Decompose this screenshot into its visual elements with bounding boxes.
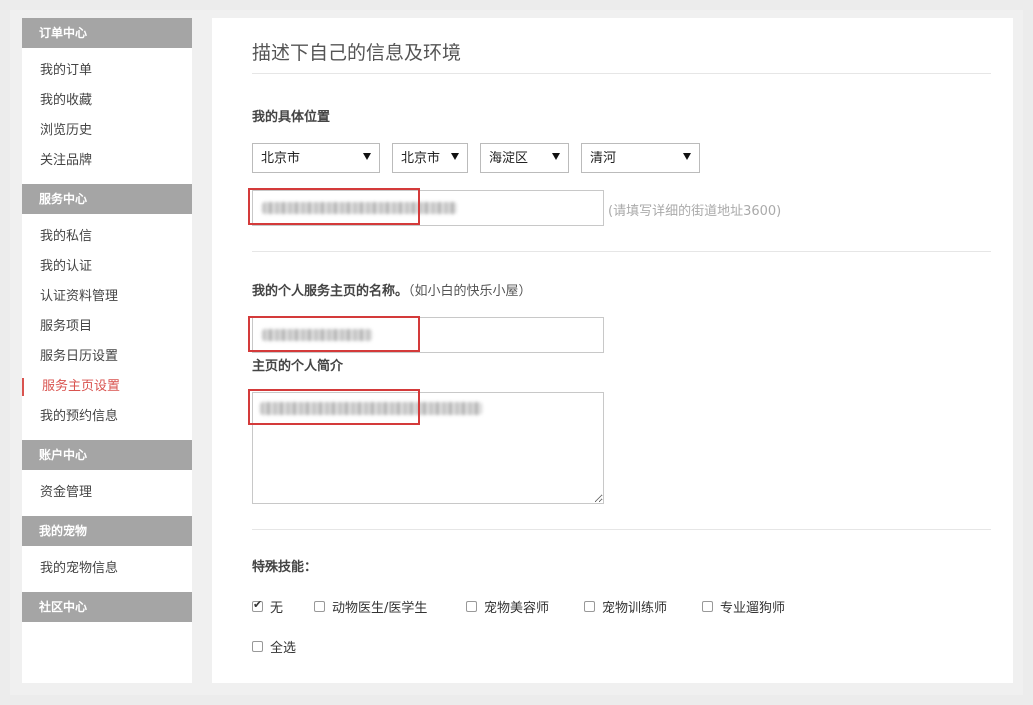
divider [252,251,991,252]
sidebar-item-homepage-settings[interactable]: 服务主页设置 [22,372,192,402]
location-label: 我的具体位置 [252,110,331,125]
sidebar-header-account: 账户中心 [22,440,192,470]
skills-label: 特殊技能： [252,560,318,575]
sidebar-item-bookings[interactable]: 我的预约信息 [22,402,192,432]
sidebar-item-cert-docs[interactable]: 认证资料管理 [22,282,192,312]
sidebar-item-messages[interactable]: 我的私信 [22,222,192,252]
sidebar-item-funds[interactable]: 资金管理 [22,478,192,508]
checkbox-icon[interactable] [584,601,595,612]
skill-option-dog-walker[interactable]: 专业遛狗师 [702,597,785,616]
area-select[interactable]: 清河 [581,143,700,173]
province-select[interactable]: 北京市 [252,143,380,173]
checkbox-checked-icon[interactable] [252,598,263,612]
skill-option-label: 无 [270,601,284,616]
homepage-name-label-text: 我的个人服务主页的名称。 [252,284,409,299]
highlight-box [248,188,420,225]
sidebar-item-pet-info[interactable]: 我的宠物信息 [22,554,192,584]
area-select-control[interactable]: 清河 [581,143,700,173]
sidebar-header-orders: 订单中心 [22,18,192,48]
intro-label: 主页的个人简介 [252,359,344,374]
city-select-control[interactable]: 北京市 [392,143,468,173]
sidebar-header-pets: 我的宠物 [22,516,192,546]
skill-option-groomer[interactable]: 宠物美容师 [466,597,549,616]
skill-option-label: 动物医生/医学生 [332,601,428,616]
highlight-box [248,389,420,425]
sidebar-item-calendar[interactable]: 服务日历设置 [22,342,192,372]
skill-option-none[interactable]: 无 [252,597,283,616]
skill-option-label: 专业遛狗师 [720,601,786,616]
district-select-control[interactable]: 海淀区 [480,143,569,173]
select-all-option[interactable]: 全选 [252,637,296,656]
sidebar-header-community: 社区中心 [22,592,192,622]
address-help-text: (请填写详细的街道地址3600) [608,204,782,219]
skill-option-label: 宠物训练师 [602,601,668,616]
checkbox-icon[interactable] [314,601,325,612]
page-title: 描述下自己的信息及环境 [252,42,462,64]
checkbox-icon[interactable] [702,601,713,612]
sidebar-item-favorites[interactable]: 我的收藏 [22,86,192,116]
checkbox-icon[interactable] [252,641,263,652]
divider [252,73,991,74]
highlight-box [248,316,420,352]
sidebar-item-certification[interactable]: 我的认证 [22,252,192,282]
select-all-label: 全选 [270,641,297,656]
skill-option-trainer[interactable]: 宠物训练师 [584,597,667,616]
sidebar-item-services[interactable]: 服务项目 [22,312,192,342]
homepage-name-label: 我的个人服务主页的名称。（如小白的快乐小屋） [252,280,532,299]
sidebar-header-service: 服务中心 [22,184,192,214]
province-select-control[interactable]: 北京市 [252,143,380,173]
sidebar-item-my-orders[interactable]: 我的订单 [22,56,192,86]
checkbox-icon[interactable] [466,601,477,612]
skill-option-vet[interactable]: 动物医生/医学生 [314,597,427,616]
sidebar: 订单中心 我的订单 我的收藏 浏览历史 关注品牌 服务中心 我的私信 我的认证 … [22,18,192,683]
sidebar-item-followed-brands[interactable]: 关注品牌 [22,146,192,176]
divider [252,529,991,530]
city-select[interactable]: 北京市 [392,143,468,173]
district-select[interactable]: 海淀区 [480,143,569,173]
sidebar-item-history[interactable]: 浏览历史 [22,116,192,146]
homepage-name-hint: （如小白的快乐小屋） [408,284,532,299]
main-panel: 描述下自己的信息及环境 我的具体位置 北京市 北京市 海淀区 清河 (请填写详细… [212,18,1013,683]
skill-option-label: 宠物美容师 [484,601,550,616]
